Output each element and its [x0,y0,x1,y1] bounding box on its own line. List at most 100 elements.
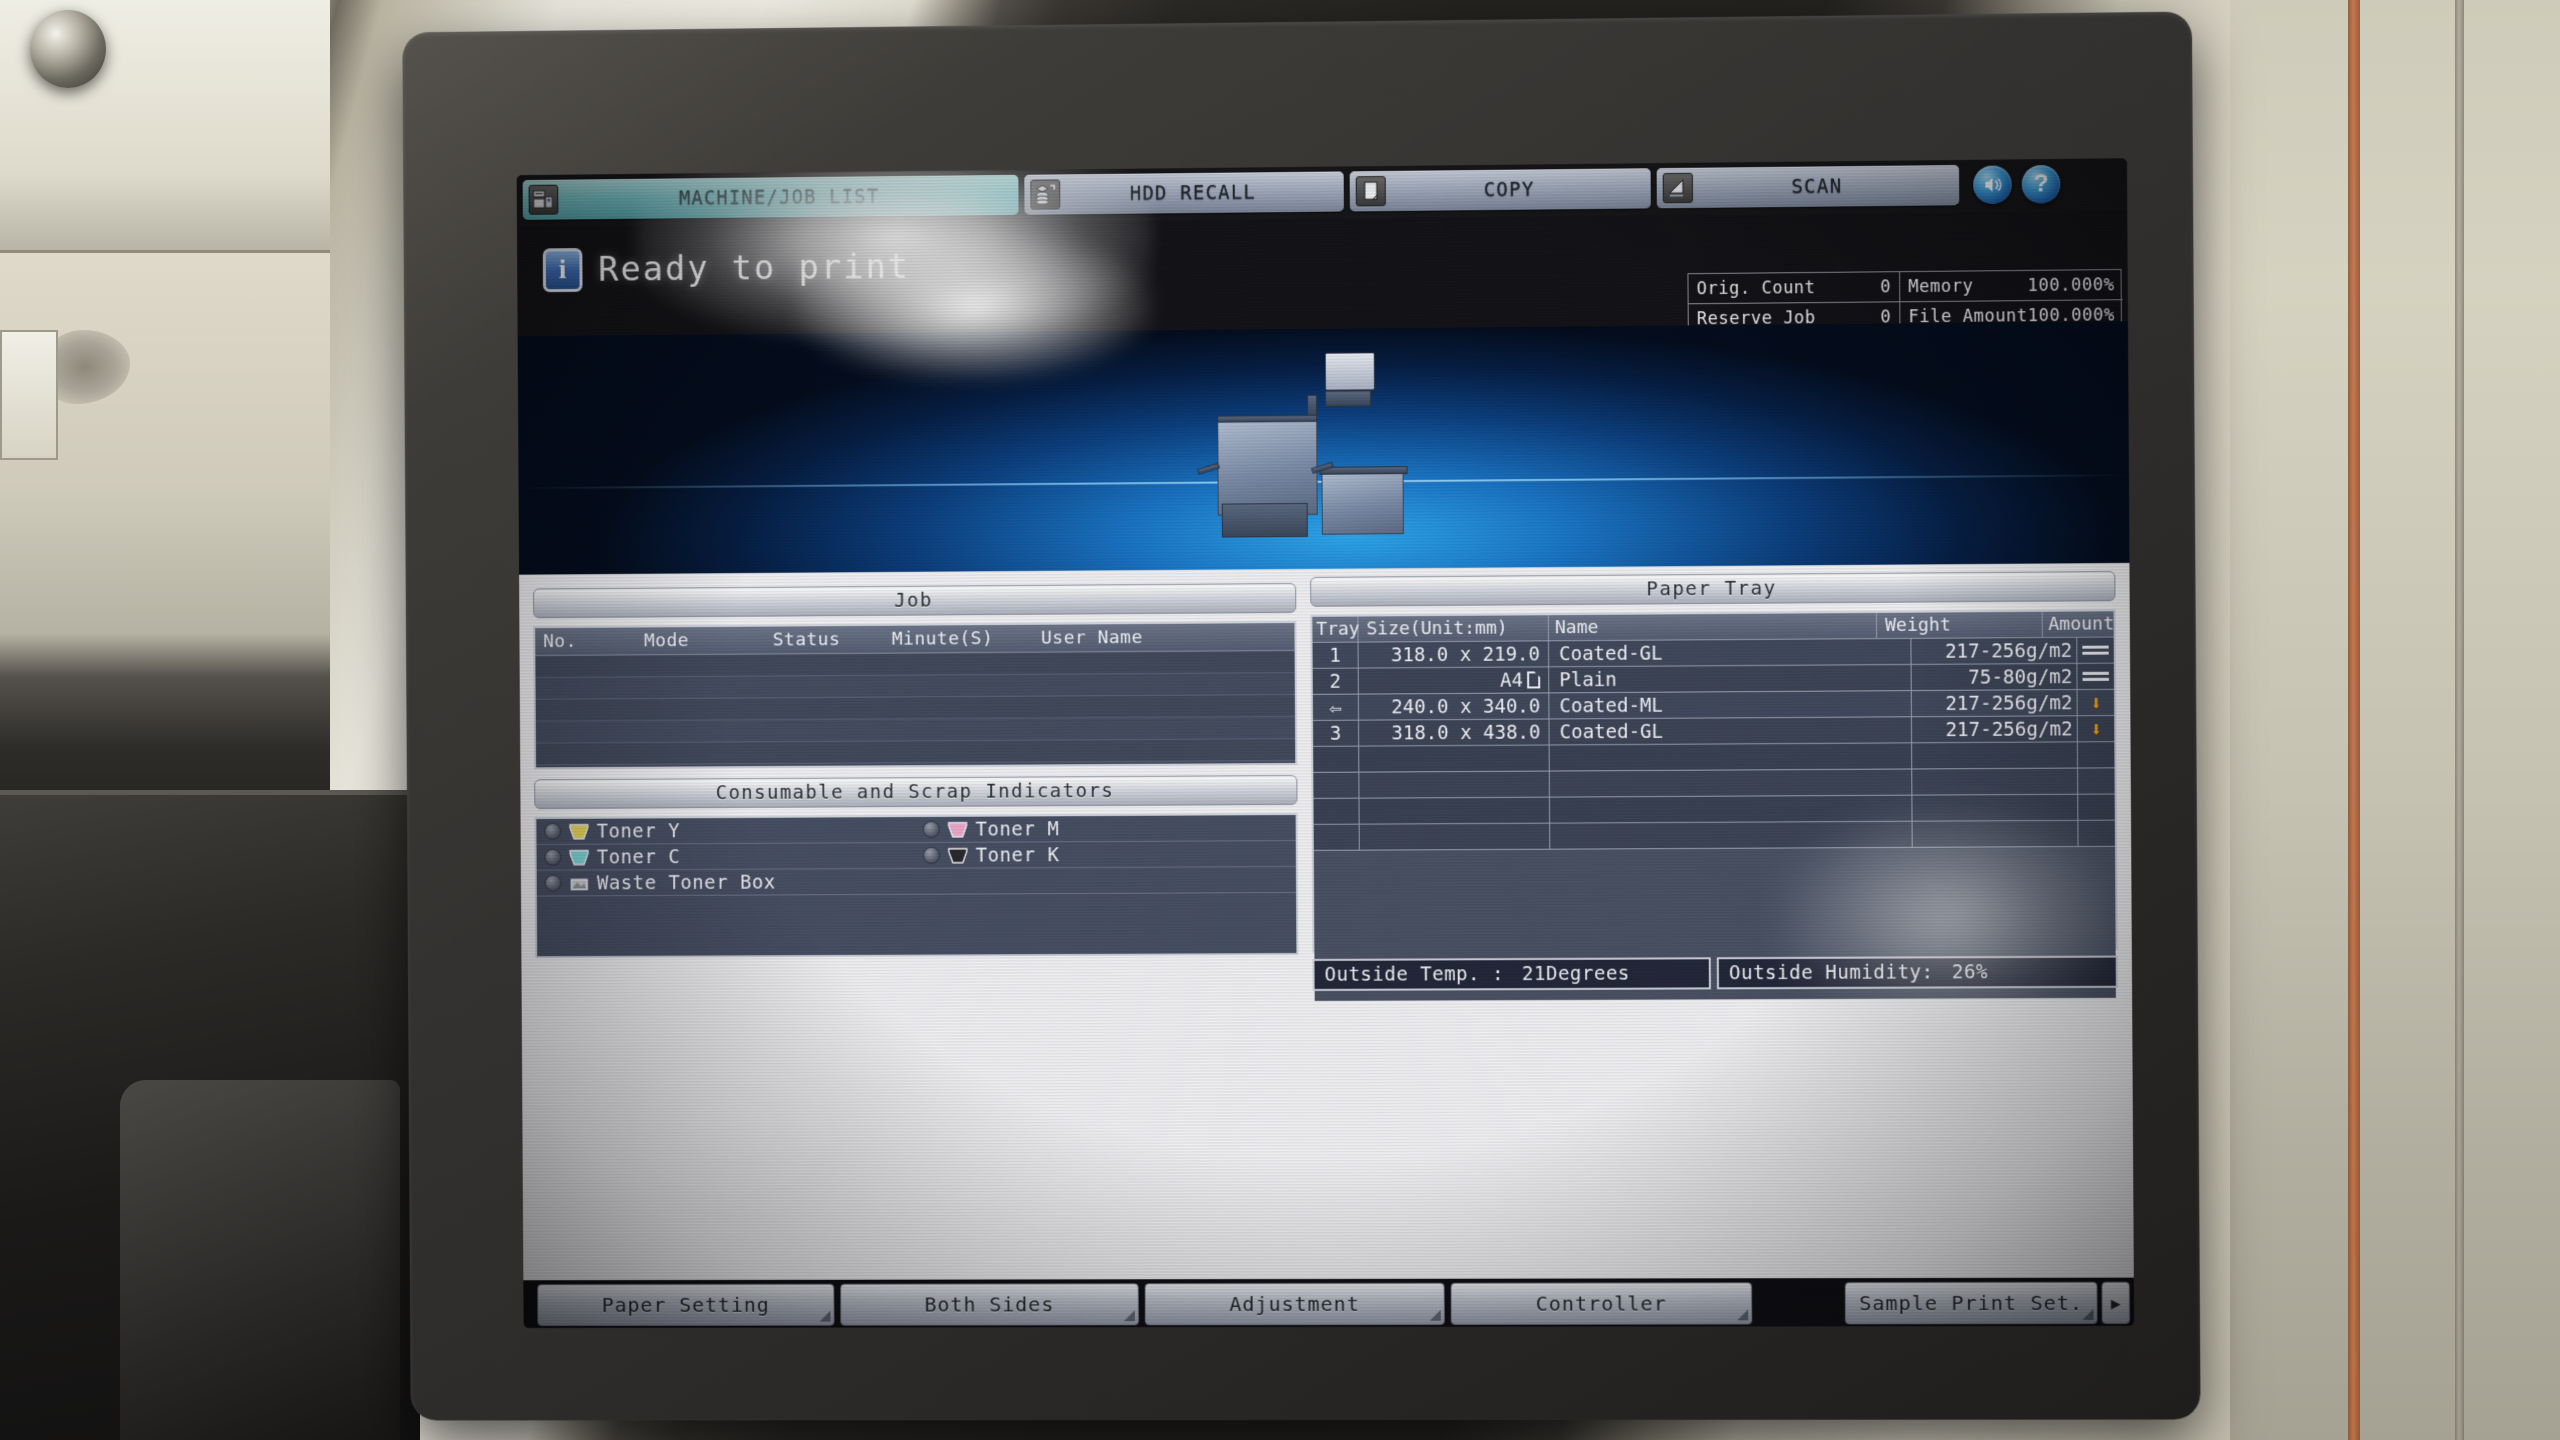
press-feed-arm-left [1197,462,1220,475]
consumable-label: Toner M [975,817,1060,841]
toner-icon [568,848,590,866]
scan-icon [1662,172,1694,204]
main-panels: Job No. Mode Status Minute(S) User Name [519,562,2134,1281]
help-glyph: ? [2033,170,2049,198]
tray-col-weight: Weight [1876,611,2043,639]
outside-humidity-value: 26% [1951,961,1989,984]
consumable-empty-slot [915,879,1296,881]
outside-humidity-label: Outside Humidity: [1728,961,1934,985]
consumable-toner-m[interactable]: Toner M [915,816,1296,840]
controller-button[interactable]: Controller [1450,1282,1753,1325]
tray-col-size: Size(Unit:mm) [1358,615,1549,642]
status-led [544,848,562,866]
outside-humidity: Outside Humidity: 26% [1716,955,2118,990]
consumable-toner-k[interactable]: Toner K [915,842,1296,866]
wall-paper-card [0,330,58,460]
tray-amount-indicator [2077,664,2114,689]
right-wall [2230,0,2560,1440]
tray-weight: 217-256g/m2 [1911,716,2078,743]
tray-paper-name: Plain [1549,664,1912,693]
paper-setting-button[interactable]: Paper Setting [537,1283,835,1326]
both-sides-button[interactable]: Both Sides [840,1283,1139,1326]
tray-paper-name: Coated-GL [1549,717,1913,745]
status-header: i Ready to print Orig. Count 0 Memory 10… [516,210,2128,409]
counter-orig-count-value: 0 [1880,276,1892,297]
press-main-body [1217,416,1318,516]
consumable-label: Waste Toner Box [596,871,776,894]
tray-number: 2 [1312,668,1359,694]
status-led [922,820,940,838]
tray-number: 1 [1312,642,1359,668]
consumable-toner-c[interactable]: Toner C [537,844,916,868]
tab-machine-job-list[interactable]: MACHINE/JOB LIST [522,174,1019,220]
tray-paper-name: Coated-GL [1548,638,1912,667]
tray-weight: 217-256g/m2 [1911,637,2078,664]
tray-number: ⇦ [1312,694,1360,720]
tab-scan[interactable]: SCAN [1656,165,1960,209]
consumable-label: Toner Y [596,819,681,843]
waste-box-icon [568,874,590,892]
consumable-label: Toner K [975,843,1060,867]
job-list[interactable]: No. Mode Status Minute(S) User Name [533,620,1298,770]
tray-amount-indicator: ⬇ [2078,716,2115,741]
outside-temperature-value: 21Degrees [1521,962,1630,986]
consumable-toner-y[interactable]: Toner Y [536,819,915,843]
outside-temperature: Outside Temp. : 21Degrees [1312,957,1711,991]
toner-icon [947,820,969,838]
next-page-arrow-icon[interactable]: ▶ [2101,1281,2131,1324]
consumable-row: Toner Y Toner M [536,814,1296,845]
hdd-icon [1030,179,1061,210]
consumable-row-empty [537,893,1297,954]
printing-press-graphic [1197,352,1444,558]
tray-weight: 217-256g/m2 [1911,690,2078,717]
tray-size: A4 [1358,667,1550,694]
toner-icon [568,822,590,840]
press-panel-arm [1307,394,1318,417]
down-arrow-icon: ⬇ [2089,716,2103,741]
counter-memory-label: Memory [1908,275,1974,297]
info-icon: i [542,248,583,293]
tray-size: 240.0 x 340.0 [1358,693,1550,720]
press-control-panel [1324,352,1376,391]
environment-bar: Outside Temp. : 21Degrees Outside Humidi… [1312,955,2118,991]
printer-ui-screen: MACHINE/JOB LIST HDD RECALL COPY SCAN ? … [516,158,2135,1328]
toner-icon [947,846,969,864]
secondary-monitor-back [120,1080,400,1440]
tab-copy[interactable]: COPY [1349,168,1651,212]
sample-print-set-button[interactable]: Sample Print Set. [1844,1281,2098,1325]
job-panel-title: Job [532,582,1297,619]
doorknob [30,10,106,88]
status-line: i Ready to print [542,245,911,293]
press-finisher [1321,470,1404,535]
press-illustration [517,321,2130,575]
press-panel-base [1324,390,1372,407]
tray-size: 318.0 x 438.0 [1359,719,1550,746]
tab-hdd-recall-label: HDD RECALL [1129,181,1257,205]
wall-pipe-grey [2455,0,2464,1440]
consumables-panel-title: Consumable and Scrap Indicators [534,774,1298,810]
tab-hdd-recall[interactable]: HDD RECALL [1024,171,1344,215]
counter-orig-count: Orig. Count 0 [1688,272,1901,305]
tray-col-name: Name [1548,612,1878,641]
tab-copy-label: COPY [1483,178,1535,202]
job-row-empty [535,738,1296,766]
touchscreen-bezel: MACHINE/JOB LIST HDD RECALL COPY SCAN ? … [402,11,2201,1421]
paper-tray-table[interactable]: Tray Size(Unit:mm) Name Weight Amount 1 … [1310,609,2118,1001]
status-message: Ready to print [598,246,911,290]
paper-level-bars [2082,643,2109,658]
paper-level-bars [2082,669,2109,684]
tray-amount-indicator [2077,637,2114,662]
counter-memory-value: 100.000% [2027,274,2115,296]
tray-col-amount: Amount [2048,613,2115,635]
paper-tray-panel: Paper Tray Tray Size(Unit:mm) Name Weigh… [1310,571,2118,1001]
consumable-waste-toner-box[interactable]: Waste Toner Box [537,870,916,894]
adjustment-button[interactable]: Adjustment [1144,1282,1445,1326]
job-col-status: Status [772,629,841,651]
tray-col-tray: Tray [1312,616,1360,642]
tray-paper-name: Coated-ML [1549,691,1912,719]
consumable-row: Toner C Toner K [536,840,1296,871]
job-col-mode: Mode [643,630,689,652]
question-mark-icon[interactable]: ? [2021,164,2061,204]
speaker-icon[interactable] [1973,165,2012,205]
tray-weight: 75-80g/m2 [1911,663,2078,691]
